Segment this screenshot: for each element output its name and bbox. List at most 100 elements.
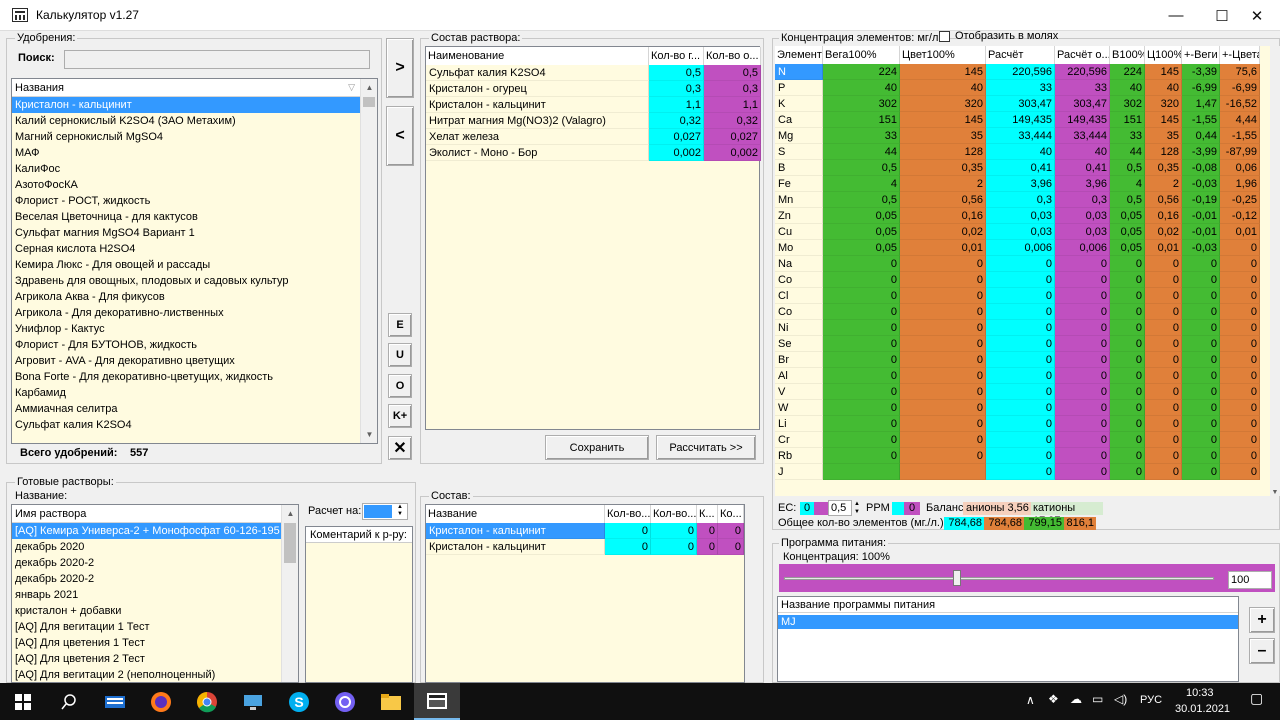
battery-icon[interactable]: ▭ — [1092, 692, 1103, 706]
ready-solution-item[interactable]: [AQ] Для цветения 1 Тест — [12, 635, 281, 651]
fertilizer-item[interactable]: Флорист - Для БУТОНОВ, жидкость — [12, 337, 360, 353]
element-symbol[interactable]: S — [775, 144, 823, 160]
sostav-header-3[interactable]: К... — [697, 505, 718, 523]
sostav-row-value[interactable]: 0 — [651, 523, 697, 539]
element-symbol[interactable]: Mn — [775, 192, 823, 208]
fertilizer-item[interactable]: Агрикола - Для декоративно-лиственных — [12, 305, 360, 321]
fertilizer-item[interactable]: Сульфат магния MgSO4 Вариант 1 — [12, 225, 360, 241]
composition-row-qty-g[interactable]: 0,002 — [649, 145, 704, 161]
composition-row-qty-o[interactable]: 0,3 — [704, 81, 761, 97]
concentration-header-7[interactable]: +-Веги — [1182, 46, 1220, 64]
element-symbol[interactable]: Mg — [775, 128, 823, 144]
sostav-header-1[interactable]: Кол-во... — [605, 505, 651, 523]
element-symbol[interactable]: Cu — [775, 224, 823, 240]
element-symbol[interactable]: Cr — [775, 432, 823, 448]
concentration-header-0[interactable]: Элемент — [775, 46, 823, 64]
fertilizer-item[interactable]: Здравень для овощных, плодовых и садовых… — [12, 273, 360, 289]
ec-spinner-icon[interactable]: ▲ ▼ — [852, 500, 862, 516]
concentration-header-4[interactable]: Расчёт о... — [1055, 46, 1110, 64]
element-symbol[interactable]: Co — [775, 272, 823, 288]
notifications-icon[interactable]: ▢ — [1250, 690, 1263, 707]
tray-chevron-icon[interactable]: ∧ — [1026, 693, 1035, 707]
composition-header-0[interactable]: Наименование — [426, 47, 649, 65]
sostav-row-value[interactable]: 0 — [697, 523, 718, 539]
volume-icon[interactable]: ◁) — [1114, 692, 1127, 706]
composition-row-qty-g[interactable]: 0,3 — [649, 81, 704, 97]
concentration-header-2[interactable]: Цвет100% — [900, 46, 986, 64]
composition-row-qty-o[interactable]: 0,32 — [704, 113, 761, 129]
element-symbol[interactable]: Se — [775, 336, 823, 352]
concentration-slider-thumb[interactable] — [953, 570, 961, 586]
comment-panel[interactable]: Коментарий к р-ру: — [305, 526, 413, 683]
sostav-header-4[interactable]: Ко... — [718, 505, 744, 523]
calc-for-input[interactable]: ▲ ▼ — [362, 503, 408, 520]
composition-row-name[interactable]: Кристалон - огурец — [426, 81, 649, 97]
cloud-icon[interactable]: ☁ — [1070, 692, 1082, 706]
viber-icon[interactable] — [322, 683, 368, 720]
task-view-icon[interactable] — [92, 683, 138, 720]
fertilizer-item[interactable]: Кемира Люкс - Для овощей и рассады — [12, 257, 360, 273]
element-symbol[interactable]: J — [775, 464, 823, 480]
ready-solution-item[interactable]: [AQ] Для вегитации 1 Тест — [12, 619, 281, 635]
composition-row-qty-o[interactable]: 0,027 — [704, 129, 761, 145]
scroll-up-icon[interactable]: ▲ — [282, 505, 298, 522]
remove-program-button[interactable]: – — [1249, 638, 1275, 664]
element-symbol[interactable]: B — [775, 160, 823, 176]
ready-list-header[interactable]: Имя раствора — [12, 505, 298, 523]
clock-date[interactable]: 30.01.2021 — [1175, 703, 1230, 715]
element-symbol[interactable]: V — [775, 384, 823, 400]
fertilizer-item[interactable]: Сульфат калия K2SO4 — [12, 417, 360, 433]
composition-row-qty-o[interactable]: 0,5 — [704, 65, 761, 81]
composition-row-name[interactable]: Хелат железа — [426, 129, 649, 145]
ready-solution-item[interactable]: кристалон + добавки — [12, 603, 281, 619]
concentration-slider-track[interactable] — [784, 577, 1214, 580]
ready-solution-item[interactable]: декабрь 2020-2 — [12, 555, 281, 571]
remove-from-solution-button[interactable]: < — [386, 106, 414, 166]
fertilizer-item[interactable]: АзотоФосКА — [12, 177, 360, 193]
concentration-header-3[interactable]: Расчёт — [986, 46, 1055, 64]
u-button[interactable]: U — [388, 343, 412, 367]
element-symbol[interactable]: Ca — [775, 112, 823, 128]
element-symbol[interactable]: Br — [775, 352, 823, 368]
concentration-header-6[interactable]: Ц100% — [1145, 46, 1182, 64]
remote-desktop-icon[interactable] — [230, 683, 276, 720]
fertilizer-item[interactable]: Аммиачная селитра — [12, 401, 360, 417]
save-button[interactable]: Сохранить — [545, 435, 649, 460]
skype-icon[interactable]: S — [276, 683, 322, 720]
firefox-icon[interactable] — [138, 683, 184, 720]
fertilizer-item[interactable]: Агрикола Аква - Для фикусов — [12, 289, 360, 305]
scroll-thumb[interactable] — [363, 97, 375, 107]
scroll-down-icon[interactable]: ▼ — [1270, 489, 1280, 496]
search-input[interactable] — [64, 50, 370, 69]
calculator-taskbar-icon[interactable] — [414, 683, 460, 720]
close-button[interactable]: ✕ — [1234, 0, 1280, 31]
ready-solution-item[interactable]: декабрь 2020 — [12, 539, 281, 555]
file-explorer-icon[interactable] — [368, 683, 414, 720]
scroll-up-icon[interactable]: ▲ — [361, 79, 377, 96]
fertilizer-item[interactable]: Bona Forte - Для декоративно-цветущих, ж… — [12, 369, 360, 385]
element-symbol[interactable]: W — [775, 400, 823, 416]
element-symbol[interactable]: Co — [775, 304, 823, 320]
fertilizer-item[interactable]: Кристалон - кальцинит — [12, 97, 360, 113]
concentration-header-1[interactable]: Вега100% — [823, 46, 900, 64]
fertilizer-item[interactable]: Карбамид — [12, 385, 360, 401]
language-indicator[interactable]: РУС — [1140, 694, 1162, 706]
composition-row-qty-g[interactable]: 0,027 — [649, 129, 704, 145]
search-icon[interactable] — [46, 683, 92, 720]
fertilizer-item[interactable]: Флорист - РОСТ, жидкость — [12, 193, 360, 209]
e-button[interactable]: E — [388, 313, 412, 337]
program-list-header[interactable]: Название программы питания — [778, 597, 1238, 613]
fertilizer-item[interactable]: КалиФос — [12, 161, 360, 177]
sostav-row-value[interactable]: 0 — [605, 523, 651, 539]
dropbox-icon[interactable]: ❖ — [1048, 692, 1059, 706]
composition-row-qty-g[interactable]: 0,32 — [649, 113, 704, 129]
filter-icon[interactable]: ▽ — [348, 82, 355, 93]
sostav-row-value[interactable]: 0 — [718, 539, 744, 555]
composition-row-qty-g[interactable]: 1,1 — [649, 97, 704, 113]
scroll-down-icon[interactable]: ▼ — [361, 426, 377, 443]
calculate-button[interactable]: Рассчитать >> — [656, 435, 756, 460]
fertilizer-item[interactable]: Веселая Цветочница - для кактусов — [12, 209, 360, 225]
delete-icon[interactable]: ✕ — [388, 436, 412, 460]
composition-row-qty-o[interactable]: 0,002 — [704, 145, 761, 161]
kplus-button[interactable]: K+ — [388, 404, 412, 428]
